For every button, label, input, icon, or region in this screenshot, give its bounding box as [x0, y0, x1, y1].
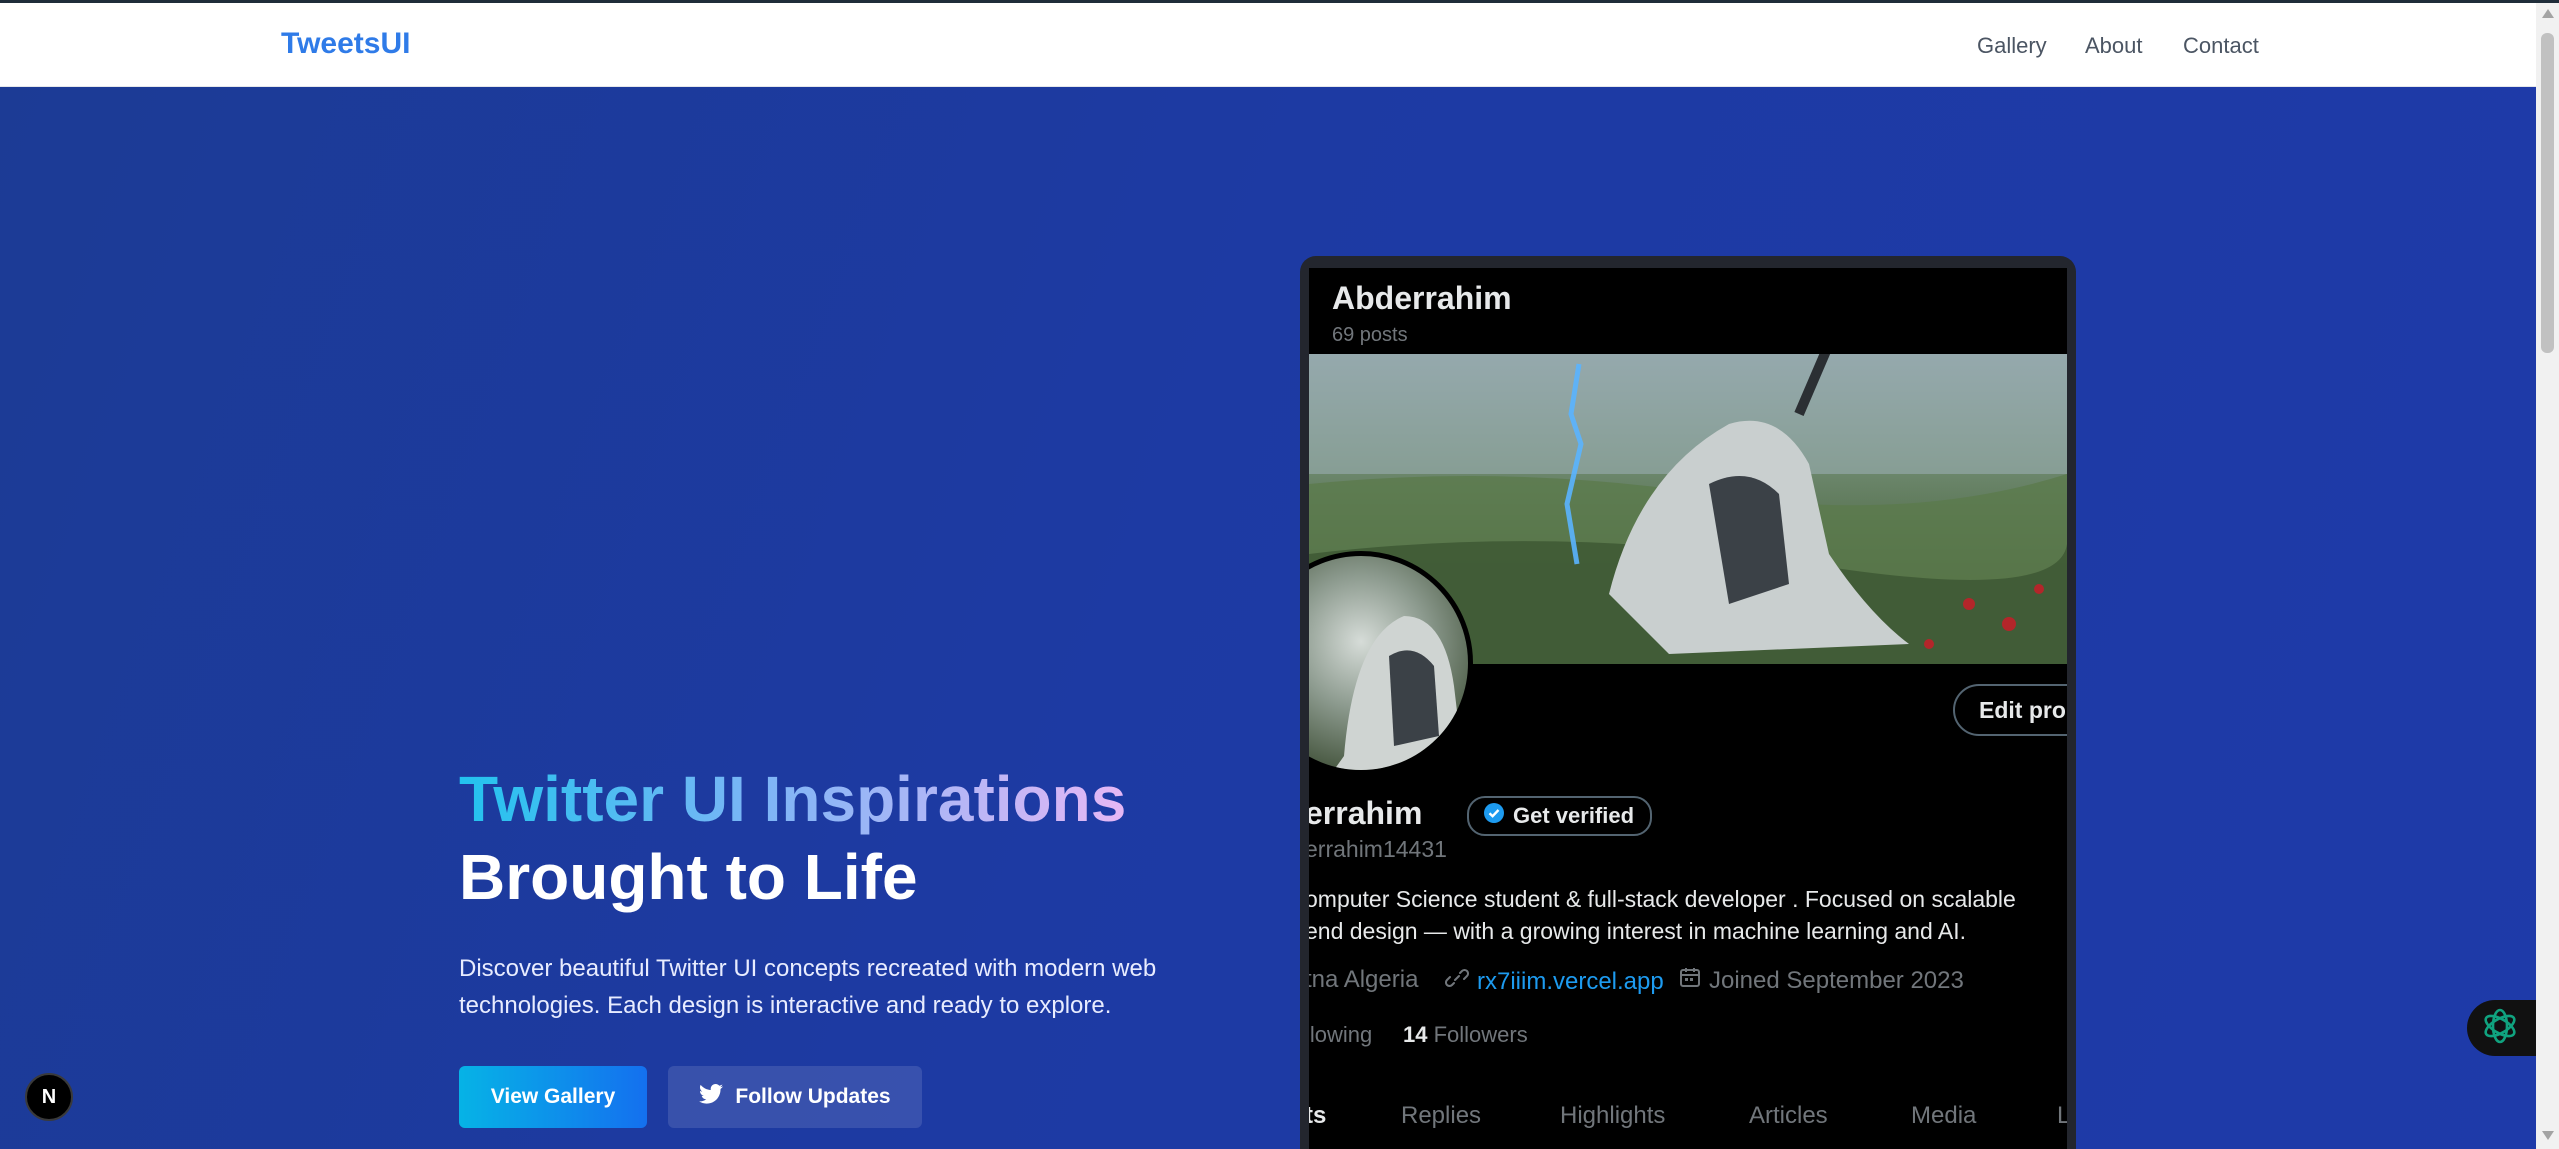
nav-link-gallery[interactable]: Gallery [1977, 33, 2047, 59]
profile-handle: errahim14431 [1309, 836, 1447, 862]
profile-bio: omputer Science student & full-stack dev… [1309, 883, 2065, 947]
website-link[interactable]: rx7iiim.vercel.app [1477, 968, 1664, 996]
link-icon [1444, 966, 1470, 997]
brand-logo[interactable]: TweetsUI [281, 27, 410, 61]
nav-link-about[interactable]: About [2085, 33, 2143, 59]
tab-replies[interactable]: Replies [1401, 1102, 1481, 1130]
tab-highlights[interactable]: Highlights [1560, 1102, 1665, 1130]
followers-label: Followers [1433, 1022, 1528, 1047]
followers-count[interactable]: 14 Followers [1403, 1022, 1528, 1048]
get-verified-button[interactable]: Get verified [1467, 796, 1653, 836]
hero-title: Brought to Life [459, 841, 918, 913]
location-text: tna Algeria [1309, 966, 1419, 993]
nav-link-contact[interactable]: Contact [2183, 33, 2259, 59]
ai-assistant-widget[interactable] [2467, 1000, 2545, 1056]
openai-icon [2479, 1005, 2521, 1052]
bio-line: omputer Science student & full-stack dev… [1309, 886, 2016, 912]
scroll-up-arrow-icon[interactable] [2542, 9, 2554, 18]
profile-website[interactable]: rx7iiim.vercel.app [1444, 966, 1664, 997]
top-navbar: TweetsUI Gallery About Contact [0, 3, 2536, 87]
tab-media[interactable]: Media [1911, 1102, 1976, 1130]
calendar-icon [1679, 966, 1701, 995]
follow-updates-label: Follow Updates [735, 1085, 891, 1108]
twitter-bird-icon [699, 1084, 724, 1110]
nextjs-dev-badge[interactable]: N [25, 1073, 73, 1121]
profile-preview-screen: Abderrahim 69 posts Edit pro errahim Get… [1309, 268, 2067, 1149]
view-gallery-button[interactable]: View Gallery [459, 1066, 647, 1128]
follow-updates-button[interactable]: Follow Updates [668, 1066, 922, 1128]
bio-line: end design — with a growing interest in … [1309, 918, 1967, 944]
profile-header-name: Abderrahim [1332, 280, 1512, 316]
following-count[interactable]: llowing [1309, 1022, 1372, 1048]
hero-description: Discover beautiful Twitter UI concepts r… [459, 955, 1157, 1019]
profile-display-name: errahim [1309, 795, 1423, 831]
profile-location: tna Algeria [1309, 966, 1418, 994]
hero-section [0, 87, 2536, 1149]
hero-title-gradient: Twitter UI Inspirations [459, 763, 1127, 835]
tab-likes[interactable]: L [2057, 1102, 2067, 1130]
edit-profile-button[interactable]: Edit pro [1953, 684, 2067, 736]
verified-badge-icon [1483, 802, 1505, 830]
joined-text: Joined September 2023 [1709, 966, 1964, 994]
view-gallery-label: View Gallery [490, 1085, 616, 1108]
scroll-down-arrow-icon[interactable] [2542, 1131, 2554, 1140]
tab-posts[interactable]: ts [1309, 1102, 1326, 1130]
followers-number: 14 [1403, 1022, 1428, 1047]
scrollbar-thumb[interactable] [2541, 33, 2554, 353]
get-verified-label: Get verified [1513, 803, 1635, 828]
page-scrollbar[interactable] [2536, 3, 2559, 1149]
tab-articles[interactable]: Articles [1749, 1102, 1828, 1130]
profile-joined: Joined September 2023 [1679, 966, 1964, 995]
following-label: llowing [1309, 1022, 1373, 1047]
profile-post-count: 69 posts [1332, 324, 1408, 346]
